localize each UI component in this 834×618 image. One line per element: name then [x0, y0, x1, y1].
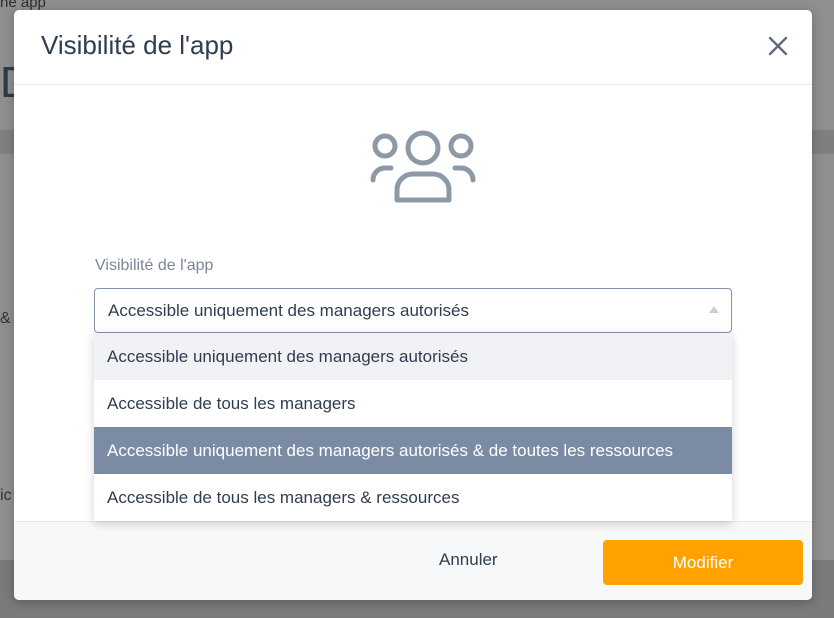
option-label: Accessible de tous les managers: [107, 394, 356, 413]
visibility-modal: Visibilité de l'app Visibilité de l'app …: [14, 10, 812, 600]
cancel-button[interactable]: Annuler: [439, 550, 498, 570]
background-text: ic: [0, 487, 12, 504]
visibility-select-value: Accessible uniquement des managers autor…: [108, 301, 469, 320]
caret-up-icon: [709, 306, 719, 313]
close-icon: [768, 36, 788, 56]
visibility-dropdown: Accessible uniquement des managers autor…: [94, 333, 732, 521]
background-text: &: [0, 310, 11, 327]
modal-header: Visibilité de l'app: [14, 10, 812, 85]
option-label: Accessible uniquement des managers autor…: [107, 441, 674, 460]
visibility-field-label: Visibilité de l'app: [95, 257, 214, 274]
option-all-managers[interactable]: Accessible de tous les managers: [94, 380, 732, 427]
option-label: Accessible uniquement des managers autor…: [107, 347, 468, 366]
option-all-managers-and-resources[interactable]: Accessible de tous les managers & ressou…: [94, 474, 732, 521]
close-button[interactable]: [762, 30, 794, 62]
option-authorized-managers[interactable]: Accessible uniquement des managers autor…: [94, 333, 732, 380]
users-group-icon: [370, 130, 476, 203]
option-authorized-managers-and-resources[interactable]: Accessible uniquement des managers autor…: [94, 427, 732, 474]
modal-title: Visibilité de l'app: [41, 30, 234, 60]
modal-footer: Annuler Modifier: [14, 521, 812, 600]
option-label: Accessible de tous les managers & ressou…: [107, 488, 460, 507]
visibility-select[interactable]: Accessible uniquement des managers autor…: [94, 288, 732, 333]
modify-button[interactable]: Modifier: [603, 540, 803, 585]
